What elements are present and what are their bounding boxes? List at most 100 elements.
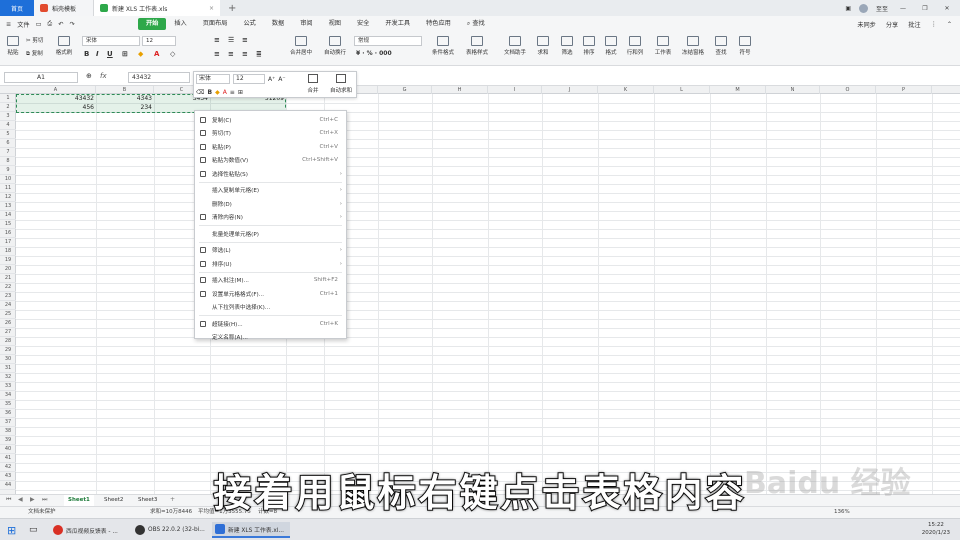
find-button[interactable]: 查找 bbox=[710, 36, 732, 56]
table-style-button[interactable]: 表格样式 bbox=[462, 36, 492, 56]
row-header[interactable]: 18 bbox=[0, 247, 16, 256]
column-header[interactable]: K bbox=[598, 86, 654, 94]
column-header[interactable]: B bbox=[96, 86, 154, 94]
context-menu-item[interactable]: 插入复制单元格(E) › bbox=[195, 184, 346, 197]
minimize-button[interactable]: — bbox=[896, 5, 910, 12]
worksheet-button[interactable]: 工作表 bbox=[650, 36, 676, 56]
border-icon[interactable]: ⊞ bbox=[122, 50, 128, 58]
task-view-icon[interactable]: ▭ bbox=[26, 522, 41, 538]
cell-A1[interactable]: 43432 bbox=[16, 94, 96, 103]
formula-input[interactable]: 43432 bbox=[128, 72, 190, 83]
merge-center-button[interactable]: 合并居中 bbox=[284, 36, 318, 56]
align-middle-icon[interactable]: ☰ bbox=[228, 36, 234, 44]
spreadsheet-grid[interactable]: ABCDEFGHIJKLMNOP 12345678910111213141516… bbox=[0, 86, 960, 494]
row-header[interactable]: 28 bbox=[0, 337, 16, 346]
menu-view[interactable]: 视图 bbox=[321, 18, 349, 30]
row-header[interactable]: 10 bbox=[0, 175, 16, 184]
row-header[interactable]: 22 bbox=[0, 283, 16, 292]
format-button[interactable]: 格式 bbox=[600, 36, 622, 56]
align-right-icon[interactable]: ≡ bbox=[242, 50, 248, 58]
justify-icon[interactable]: ≣ bbox=[256, 50, 262, 58]
column-header[interactable]: A bbox=[16, 86, 96, 94]
row-header[interactable]: 6 bbox=[0, 139, 16, 148]
sum-button[interactable]: 求和 bbox=[532, 36, 554, 56]
symbol-button[interactable]: 符号 bbox=[734, 36, 756, 56]
undo-icon[interactable]: ↶ bbox=[58, 21, 63, 28]
column-header[interactable]: J bbox=[542, 86, 598, 94]
rows-cols-button[interactable]: 行和列 bbox=[622, 36, 648, 56]
row-header[interactable]: 24 bbox=[0, 301, 16, 310]
menu-security[interactable]: 安全 bbox=[349, 18, 377, 30]
wrap-text-button[interactable]: 自动换行 bbox=[318, 36, 352, 56]
cell-B2[interactable]: 234 bbox=[96, 103, 154, 112]
context-menu-item[interactable]: 选择性粘贴(S) › bbox=[195, 167, 346, 180]
row-header[interactable]: 13 bbox=[0, 202, 16, 211]
row-header[interactable]: 16 bbox=[0, 229, 16, 238]
row-header[interactable]: 14 bbox=[0, 211, 16, 220]
context-menu-item[interactable]: 插入批注(M)... Shift+F2 bbox=[195, 274, 346, 287]
shrink-font-icon[interactable]: A⁻ bbox=[278, 76, 285, 83]
row-header[interactable]: 27 bbox=[0, 328, 16, 337]
row-header[interactable]: 1 bbox=[0, 94, 16, 103]
paste-button[interactable]: 粘贴 bbox=[4, 36, 22, 56]
row-header[interactable]: 2 bbox=[0, 103, 16, 112]
file-menu[interactable]: 文件 bbox=[17, 20, 29, 29]
column-header[interactable]: I bbox=[488, 86, 542, 94]
close-tab-icon[interactable]: × bbox=[209, 5, 214, 12]
menu-home[interactable]: 开始 bbox=[138, 18, 167, 30]
context-menu-item[interactable]: 设置单元格格式(F)... Ctrl+1 bbox=[195, 287, 346, 300]
print-icon[interactable]: ⎙ bbox=[47, 20, 52, 28]
format-painter-button[interactable]: 格式刷 bbox=[54, 36, 74, 56]
font-color-icon[interactable]: A bbox=[154, 50, 159, 58]
close-window-button[interactable]: ✕ bbox=[940, 5, 954, 12]
cell-A2[interactable]: 456 bbox=[16, 103, 96, 112]
row-header[interactable]: 9 bbox=[0, 166, 16, 175]
context-menu-item[interactable]: 超链接(H)... Ctrl+K bbox=[195, 317, 346, 330]
row-header[interactable]: 36 bbox=[0, 409, 16, 418]
tab-home[interactable]: 首页 bbox=[0, 0, 34, 16]
mini-fill-icon[interactable]: ◆ bbox=[215, 89, 220, 96]
system-clock[interactable]: 15:22 2020/1/23 bbox=[922, 521, 950, 537]
align-left-icon[interactable]: ≡ bbox=[214, 50, 220, 58]
context-menu-item[interactable]: 删除(D) › bbox=[195, 197, 346, 210]
context-menu-item[interactable]: 粘贴为数值(V) Ctrl+Shift+V bbox=[195, 154, 346, 167]
maximize-button[interactable]: ❐ bbox=[918, 5, 932, 12]
row-header[interactable]: 31 bbox=[0, 364, 16, 373]
number-format-select[interactable]: 常规 bbox=[354, 36, 422, 46]
row-header[interactable]: 40 bbox=[0, 445, 16, 454]
share-button[interactable]: 分享 bbox=[886, 20, 898, 29]
column-header[interactable]: N bbox=[766, 86, 820, 94]
context-menu-item[interactable]: 筛选(L) › bbox=[195, 244, 346, 257]
column-header[interactable]: M bbox=[710, 86, 766, 94]
row-header[interactable]: 37 bbox=[0, 418, 16, 427]
search-menu[interactable]: ⌕ 查找 bbox=[459, 18, 493, 30]
copy-button[interactable]: ⧉ 复制 bbox=[26, 49, 43, 58]
taskbar-item-wps[interactable]: 新建 XLS 工作表.xl... bbox=[212, 522, 290, 538]
redo-icon[interactable]: ↷ bbox=[70, 21, 75, 28]
row-header[interactable]: 23 bbox=[0, 292, 16, 301]
row-header[interactable]: 30 bbox=[0, 355, 16, 364]
tab-docer-templates[interactable]: 稻壳模板 bbox=[34, 0, 94, 16]
new-tab-icon[interactable]: + bbox=[228, 3, 236, 14]
format-painter-icon[interactable]: ⌫ bbox=[196, 89, 204, 96]
comment-button[interactable]: 批注 bbox=[908, 20, 920, 29]
menu-insert[interactable]: 插入 bbox=[166, 18, 194, 30]
row-header[interactable]: 17 bbox=[0, 238, 16, 247]
row-header[interactable]: 33 bbox=[0, 382, 16, 391]
mini-merge-button[interactable]: 合并 bbox=[300, 74, 326, 94]
column-header[interactable]: O bbox=[820, 86, 876, 94]
save-icon[interactable]: ▭ bbox=[36, 21, 42, 28]
avatar[interactable] bbox=[858, 3, 868, 13]
row-header[interactable]: 19 bbox=[0, 256, 16, 265]
menu-developer[interactable]: 开发工具 bbox=[377, 18, 418, 30]
mini-border-icon[interactable]: ⊞ bbox=[238, 89, 243, 96]
row-header[interactable]: 12 bbox=[0, 193, 16, 202]
row-header[interactable]: 25 bbox=[0, 310, 16, 319]
font-select[interactable]: 宋体 bbox=[82, 36, 140, 46]
row-header[interactable]: 32 bbox=[0, 373, 16, 382]
menu-icon[interactable]: ≡ bbox=[6, 21, 11, 28]
menu-data[interactable]: 数据 bbox=[264, 18, 292, 30]
row-header[interactable]: 20 bbox=[0, 265, 16, 274]
row-header[interactable]: 35 bbox=[0, 400, 16, 409]
row-header[interactable]: 26 bbox=[0, 319, 16, 328]
